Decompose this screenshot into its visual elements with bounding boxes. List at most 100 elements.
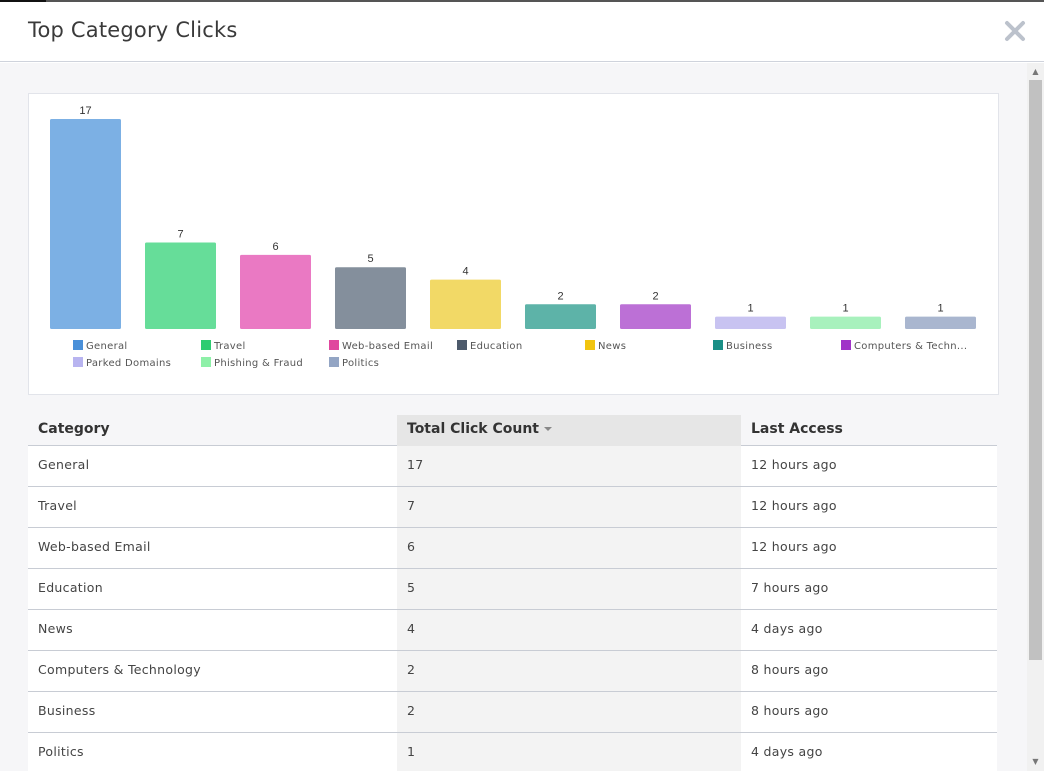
scroll-up-arrow-icon[interactable]: ▲ <box>1027 66 1044 78</box>
legend-swatch <box>841 340 851 350</box>
scroll-down-arrow-icon[interactable]: ▼ <box>1027 756 1044 768</box>
legend-swatch <box>329 357 339 367</box>
legend-item[interactable]: Computers & Techn... <box>841 340 967 354</box>
cell-category: Travel <box>38 498 77 513</box>
legend-item[interactable]: Business <box>713 340 773 354</box>
bar-news[interactable] <box>430 279 501 329</box>
legend-item[interactable]: Education <box>457 340 523 354</box>
cell-category: General <box>38 457 90 472</box>
cell-total-click-count: 7 <box>397 487 741 527</box>
legend-label: Computers & Techn... <box>854 341 968 352</box>
close-button[interactable] <box>1002 18 1028 44</box>
chart-legend: General Travel Web-based Email Education New… <box>73 340 1003 380</box>
legend-label: Travel <box>214 341 246 352</box>
legend-swatch <box>73 340 83 350</box>
legend-swatch <box>329 340 339 350</box>
cell-category: Education <box>38 580 103 595</box>
bar-data-label: 5 <box>367 253 373 265</box>
legend-label: Politics <box>342 358 380 369</box>
column-header-last-access[interactable]: Last Access <box>741 415 997 446</box>
scrollbar-thumb[interactable] <box>1029 80 1042 660</box>
column-header-label: Category <box>38 421 110 437</box>
legend-label: Business <box>726 341 773 352</box>
chart-card: 17 7 6 5 4 2 2 1 1 1 General Travel Web-based Email… <box>28 93 999 395</box>
bar-data-label: 4 <box>462 266 468 278</box>
cell-last-access: 8 hours ago <box>751 703 829 718</box>
legend-item[interactable]: Phishing & Fraud <box>201 357 303 371</box>
cell-category: Politics <box>38 744 84 759</box>
cell-last-access: 7 hours ago <box>751 580 829 595</box>
cell-last-access: 4 days ago <box>751 621 823 636</box>
table-row[interactable]: Politics 1 4 days ago <box>28 733 997 771</box>
vertical-scrollbar[interactable]: ▲ ▼ <box>1027 63 1044 771</box>
legend-item[interactable]: Travel <box>201 340 246 354</box>
legend-swatch <box>201 340 211 350</box>
table-row[interactable]: Education 5 7 hours ago <box>28 569 997 610</box>
bar-data-label: 2 <box>557 290 563 302</box>
bar-data-label: 1 <box>937 303 943 315</box>
legend-label: Phishing & Fraud <box>214 358 304 369</box>
legend-swatch <box>201 357 211 367</box>
cell-last-access: 8 hours ago <box>751 662 829 677</box>
column-header-label: Last Access <box>751 421 843 437</box>
cell-total-click-count: 1 <box>397 733 741 771</box>
legend-item[interactable]: General <box>73 340 128 354</box>
table-row[interactable]: News 4 4 days ago <box>28 610 997 651</box>
cell-last-access: 12 hours ago <box>751 539 837 554</box>
legend-item[interactable]: Web-based Email <box>329 340 433 354</box>
table-row[interactable]: Business 2 8 hours ago <box>28 692 997 733</box>
bar-data-label: 1 <box>747 303 753 315</box>
bar-computers-techn[interactable] <box>620 304 691 329</box>
table-header: Category Total Click Count Last Access <box>28 415 997 446</box>
legend-swatch <box>457 340 467 350</box>
cell-total-click-count: 5 <box>397 569 741 609</box>
legend-label: General <box>86 341 128 352</box>
cell-category: Business <box>38 703 96 718</box>
legend-swatch <box>73 357 83 367</box>
close-icon <box>1005 21 1025 41</box>
dialog-body: 17 7 6 5 4 2 2 1 1 1 General Travel Web-based Email… <box>0 63 1044 771</box>
cell-last-access: 4 days ago <box>751 744 823 759</box>
bar-phishing-fraud[interactable] <box>810 316 881 329</box>
cell-total-click-count: 4 <box>397 610 741 650</box>
dialog-title: Top Category Clicks <box>28 18 238 42</box>
cell-category: News <box>38 621 73 636</box>
bar-education[interactable] <box>335 267 406 329</box>
bar-business[interactable] <box>525 304 596 329</box>
cell-total-click-count: 2 <box>397 651 741 691</box>
bar-parked-domains[interactable] <box>715 316 786 329</box>
column-header-category[interactable]: Category <box>28 415 397 446</box>
bar-politics[interactable] <box>905 316 976 329</box>
sort-desc-caret-icon <box>544 427 552 431</box>
bar-data-label: 2 <box>652 290 658 302</box>
legend-label: Education <box>470 341 523 352</box>
bar-general[interactable] <box>50 119 121 329</box>
cell-category: Computers & Technology <box>38 662 201 677</box>
bar-data-label: 7 <box>177 229 183 241</box>
legend-item[interactable]: Politics <box>329 357 379 371</box>
bar-travel[interactable] <box>145 242 216 329</box>
bar-web-based-email[interactable] <box>240 254 311 329</box>
legend-label: News <box>598 341 627 352</box>
bar-data-label: 6 <box>272 241 278 253</box>
legend-label: Parked Domains <box>86 358 172 369</box>
bar-data-label: 17 <box>79 105 91 117</box>
dialog-header: Top Category Clicks <box>0 2 1044 62</box>
table-row[interactable]: Web-based Email 6 12 hours ago <box>28 528 997 569</box>
bar-data-label: 1 <box>842 303 848 315</box>
column-header-label: Total Click Count <box>407 421 539 437</box>
cell-category: Web-based Email <box>38 539 151 554</box>
table-row[interactable]: General 17 12 hours ago <box>28 446 997 487</box>
table-body: General 17 12 hours ago Travel 7 12 hours ago… <box>28 446 997 771</box>
table-row[interactable]: Computers & Technology 2 8 hours ago <box>28 651 997 692</box>
cell-total-click-count: 17 <box>397 446 741 486</box>
legend-item[interactable]: Parked Domains <box>73 357 171 371</box>
legend-item[interactable]: News <box>585 340 626 354</box>
cell-total-click-count: 2 <box>397 692 741 732</box>
cell-total-click-count: 6 <box>397 528 741 568</box>
category-table: Category Total Click Count Last Access G… <box>28 415 997 771</box>
cell-last-access: 12 hours ago <box>751 457 837 472</box>
column-header-total-click-count[interactable]: Total Click Count <box>397 415 741 446</box>
legend-label: Web-based Email <box>342 341 434 352</box>
table-row[interactable]: Travel 7 12 hours ago <box>28 487 997 528</box>
